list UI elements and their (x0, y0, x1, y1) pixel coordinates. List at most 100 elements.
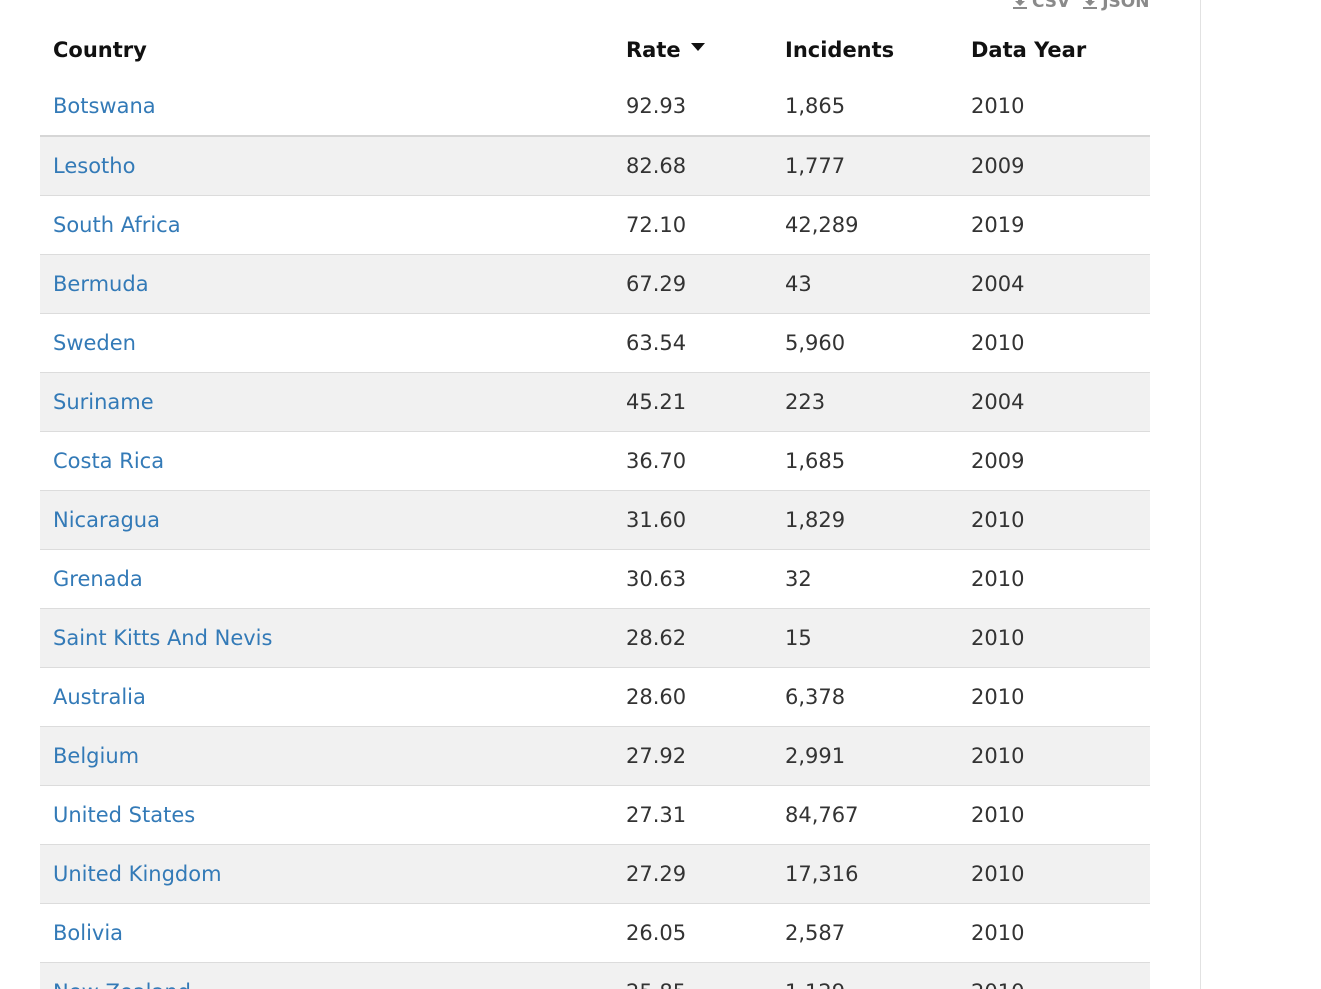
rate-cell: 92.93 (613, 77, 772, 137)
data-year-cell: 2004 (958, 372, 1150, 432)
table-header: Country Rate Incidents Data Year (40, 22, 1150, 77)
table-body: Botswana 92.93 1,865 2010 Lesotho 82.68 1,777 2… (40, 77, 1150, 989)
data-year-cell: 2010 (958, 667, 1150, 727)
country-cell: New Zealand (40, 962, 613, 989)
country-cell: Australia (40, 667, 613, 727)
rate-cell: 25.85 (613, 962, 772, 989)
incidents-cell: 1,129 (772, 962, 958, 989)
country-link[interactable]: Bermuda (53, 272, 149, 296)
data-year-cell: 2009 (958, 431, 1150, 491)
country-link[interactable]: United Kingdom (53, 862, 222, 886)
country-link[interactable]: Saint Kitts And Nevis (53, 626, 272, 650)
incidents-cell: 6,378 (772, 667, 958, 727)
table-row: Sweden 63.54 5,960 2010 (40, 313, 1150, 373)
rate-cell: 30.63 (613, 549, 772, 609)
column-header-data-year[interactable]: Data Year (958, 22, 1150, 77)
country-cell: Bermuda (40, 254, 613, 314)
country-link[interactable]: Australia (53, 685, 146, 709)
rate-cell: 27.29 (613, 844, 772, 904)
column-header-rate[interactable]: Rate (613, 22, 772, 77)
data-year-cell: 2010 (958, 490, 1150, 550)
incidents-cell: 1,777 (772, 136, 958, 196)
json-label: JSON (1102, 0, 1150, 12)
country-cell: Lesotho (40, 136, 613, 196)
country-link[interactable]: Botswana (53, 94, 156, 118)
column-header-country[interactable]: Country (40, 22, 613, 77)
country-cell: Suriname (40, 372, 613, 432)
table-row: Botswana 92.93 1,865 2010 (40, 77, 1150, 137)
country-link[interactable]: Suriname (53, 390, 154, 414)
country-link[interactable]: Costa Rica (53, 449, 164, 473)
country-link[interactable]: Bolivia (53, 921, 123, 945)
data-year-cell: 2019 (958, 195, 1150, 255)
page: CSV JSON Country Rate Incidents Data Yea… (0, 0, 1321, 989)
csv-label: CSV (1032, 0, 1071, 12)
table-row: South Africa 72.10 42,289 2019 (40, 195, 1150, 255)
rate-cell: 26.05 (613, 903, 772, 963)
incidents-cell: 43 (772, 254, 958, 314)
country-link[interactable]: Nicaragua (53, 508, 160, 532)
incidents-cell: 223 (772, 372, 958, 432)
country-cell: Belgium (40, 726, 613, 786)
data-table: Country Rate Incidents Data Year Botswan… (40, 22, 1150, 989)
incidents-cell: 42,289 (772, 195, 958, 255)
incidents-cell: 84,767 (772, 785, 958, 845)
incidents-cell: 2,991 (772, 726, 958, 786)
country-link[interactable]: New Zealand (53, 980, 191, 989)
json-download-link[interactable]: JSON (1082, 0, 1149, 12)
data-year-cell: 2009 (958, 136, 1150, 196)
rate-cell: 67.29 (613, 254, 772, 314)
country-link[interactable]: Belgium (53, 744, 139, 768)
column-header-label: Data Year (971, 37, 1087, 62)
table-row: Bermuda 67.29 43 2004 (40, 254, 1150, 314)
table-row: Lesotho 82.68 1,777 2009 (40, 136, 1150, 196)
rate-cell: 27.31 (613, 785, 772, 845)
country-link[interactable]: Grenada (53, 567, 143, 591)
table-row: Belgium 27.92 2,991 2010 (40, 726, 1150, 786)
incidents-cell: 15 (772, 608, 958, 668)
incidents-cell: 1,829 (772, 490, 958, 550)
table-row: Grenada 30.63 32 2010 (40, 549, 1150, 609)
incidents-cell: 1,685 (772, 431, 958, 491)
country-link[interactable]: United States (53, 803, 195, 827)
data-year-cell: 2010 (958, 313, 1150, 373)
country-cell: Grenada (40, 549, 613, 609)
rate-cell: 28.60 (613, 667, 772, 727)
rate-cell: 27.92 (613, 726, 772, 786)
table-row: Saint Kitts And Nevis 28.62 15 2010 (40, 608, 1150, 668)
country-cell: Nicaragua (40, 490, 613, 550)
country-cell: United Kingdom (40, 844, 613, 904)
country-cell: Costa Rica (40, 431, 613, 491)
table-row: Australia 28.60 6,378 2010 (40, 667, 1150, 727)
country-link[interactable]: Sweden (53, 331, 136, 355)
rate-cell: 36.70 (613, 431, 772, 491)
data-year-cell: 2010 (958, 726, 1150, 786)
incidents-cell: 2,587 (772, 903, 958, 963)
country-cell: Bolivia (40, 903, 613, 963)
country-link[interactable]: South Africa (53, 213, 181, 237)
column-header-label: Incidents (785, 37, 895, 62)
rate-cell: 45.21 (613, 372, 772, 432)
rate-cell: 63.54 (613, 313, 772, 373)
data-year-cell: 2004 (958, 254, 1150, 314)
sort-descending-icon (690, 42, 705, 51)
country-link[interactable]: Lesotho (53, 154, 135, 178)
header-row: Country Rate Incidents Data Year (40, 22, 1150, 77)
data-year-cell: 2010 (958, 549, 1150, 609)
incidents-cell: 32 (772, 549, 958, 609)
column-header-incidents[interactable]: Incidents (772, 22, 958, 77)
data-year-cell: 2010 (958, 77, 1150, 137)
download-icon (1083, 0, 1098, 9)
incidents-cell: 1,865 (772, 77, 958, 137)
column-header-label: Country (53, 37, 147, 62)
table-row: Costa Rica 36.70 1,685 2009 (40, 431, 1150, 491)
csv-download-link[interactable]: CSV (1012, 0, 1070, 12)
incidents-cell: 5,960 (772, 313, 958, 373)
country-cell: United States (40, 785, 613, 845)
data-year-cell: 2010 (958, 903, 1150, 963)
table-row: New Zealand 25.851,1292010 (40, 962, 1150, 989)
country-cell: Sweden (40, 313, 613, 373)
incidents-cell: 17,316 (772, 844, 958, 904)
table-row: Nicaragua 31.60 1,829 2010 (40, 490, 1150, 550)
country-cell: South Africa (40, 195, 613, 255)
